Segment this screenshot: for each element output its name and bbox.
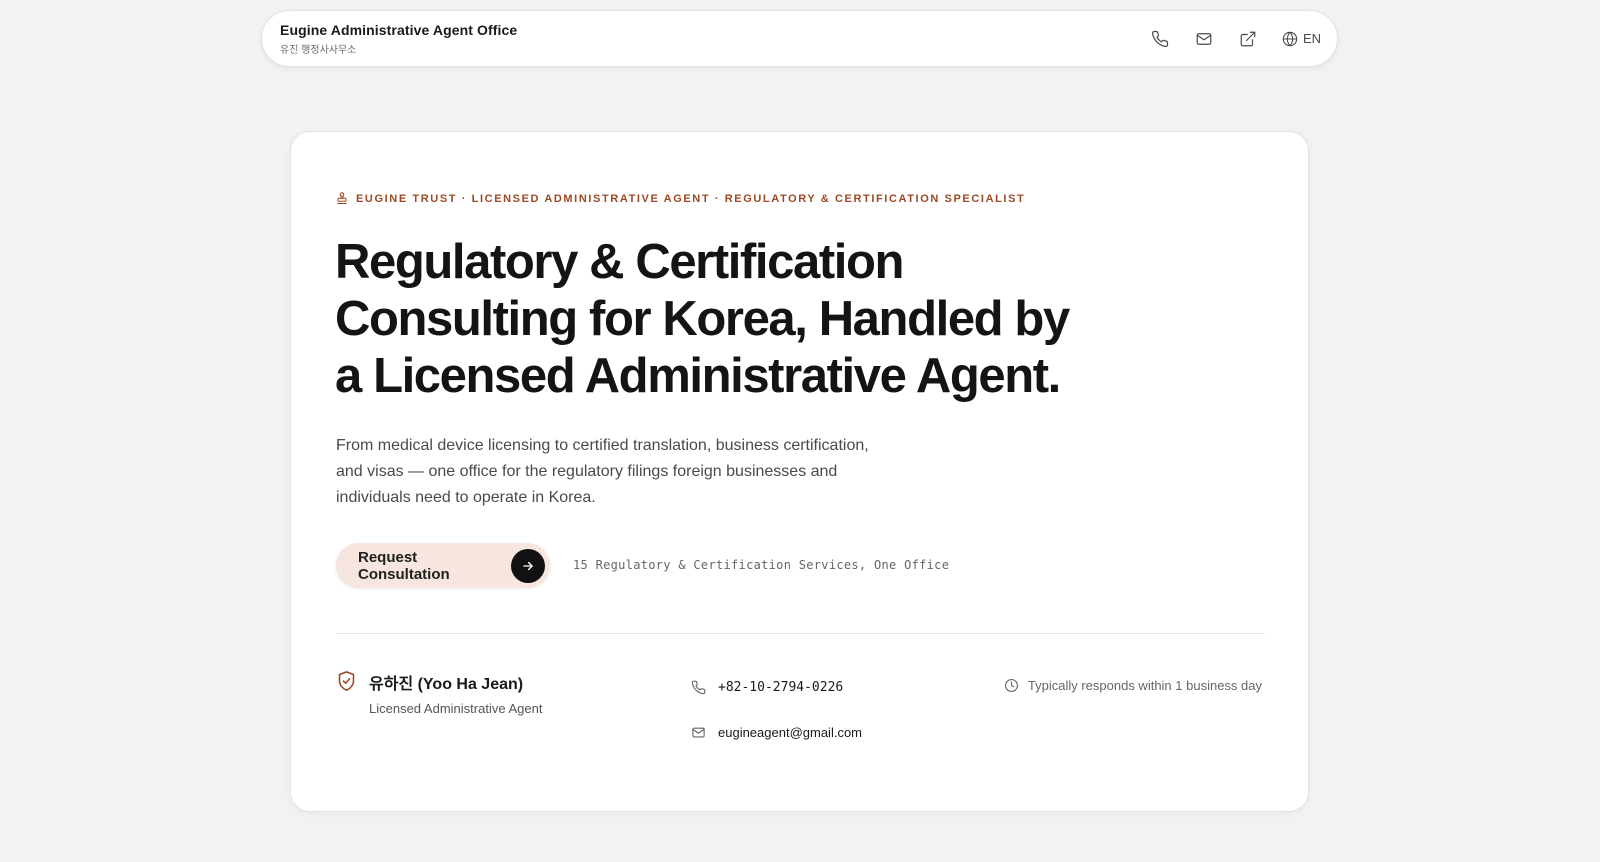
phone-contact[interactable]: +82-10-2794-0226 [691, 680, 843, 695]
email-contact[interactable]: eugineagent@gmail.com [691, 725, 862, 740]
response-time-text: Typically responds within 1 business day [1027, 678, 1262, 693]
language-switcher[interactable]: EN [1282, 31, 1321, 47]
agent-info: 유하진 (Yoo Ha Jean) Licensed Administrativ… [336, 670, 542, 716]
brand-subtitle: 유진 행정사사무소 [280, 44, 357, 56]
external-link-icon[interactable] [1238, 29, 1258, 49]
phone-icon [691, 680, 706, 695]
request-consultation-button[interactable]: Request Consultation [336, 543, 550, 588]
shield-check-icon [338, 671, 355, 692]
eyebrow: EUGINE TRUST · LICENSED ADMINISTRATIVE A… [336, 192, 1025, 205]
agent-role: Licensed Administrative Agent [369, 701, 543, 716]
agent-name: 유하진 (Yoo Ha Jean) [369, 676, 524, 693]
clock-icon [1004, 679, 1018, 692]
divider [336, 633, 1265, 634]
brand-title[interactable]: Eugine Administrative Agent Office [280, 22, 517, 38]
cta-label: Request Consultation [358, 548, 450, 583]
lede: From medical device licensing to certifi… [336, 437, 869, 506]
phone-number[interactable]: +82-10-2794-0226 [718, 680, 843, 695]
phone-icon[interactable] [1150, 29, 1170, 49]
top-navbar: Eugine Administrative Agent Office 유진 행정… [261, 10, 1338, 67]
headline: Regulatory & Certification Consulting fo… [335, 235, 1070, 403]
stamp-icon [337, 192, 347, 204]
email-address[interactable]: eugineagent@gmail.com [718, 725, 862, 740]
brand[interactable]: Eugine Administrative Agent Office 유진 행정… [280, 22, 517, 56]
language-label: EN [1302, 31, 1321, 46]
mail-icon [692, 727, 705, 738]
mail-icon[interactable] [1194, 29, 1214, 49]
globe-icon [1282, 31, 1298, 46]
response-time-note: Typically responds within 1 business day [1004, 678, 1262, 693]
services-count-note: 15 Regulatory & Certification Services, … [573, 558, 950, 572]
arrow-right-icon [511, 548, 545, 583]
nav-actions: EN [1150, 29, 1321, 49]
hero-card: EUGINE TRUST · LICENSED ADMINISTRATIVE A… [290, 131, 1309, 812]
eyebrow-text: EUGINE TRUST · LICENSED ADMINISTRATIVE A… [356, 192, 1026, 205]
